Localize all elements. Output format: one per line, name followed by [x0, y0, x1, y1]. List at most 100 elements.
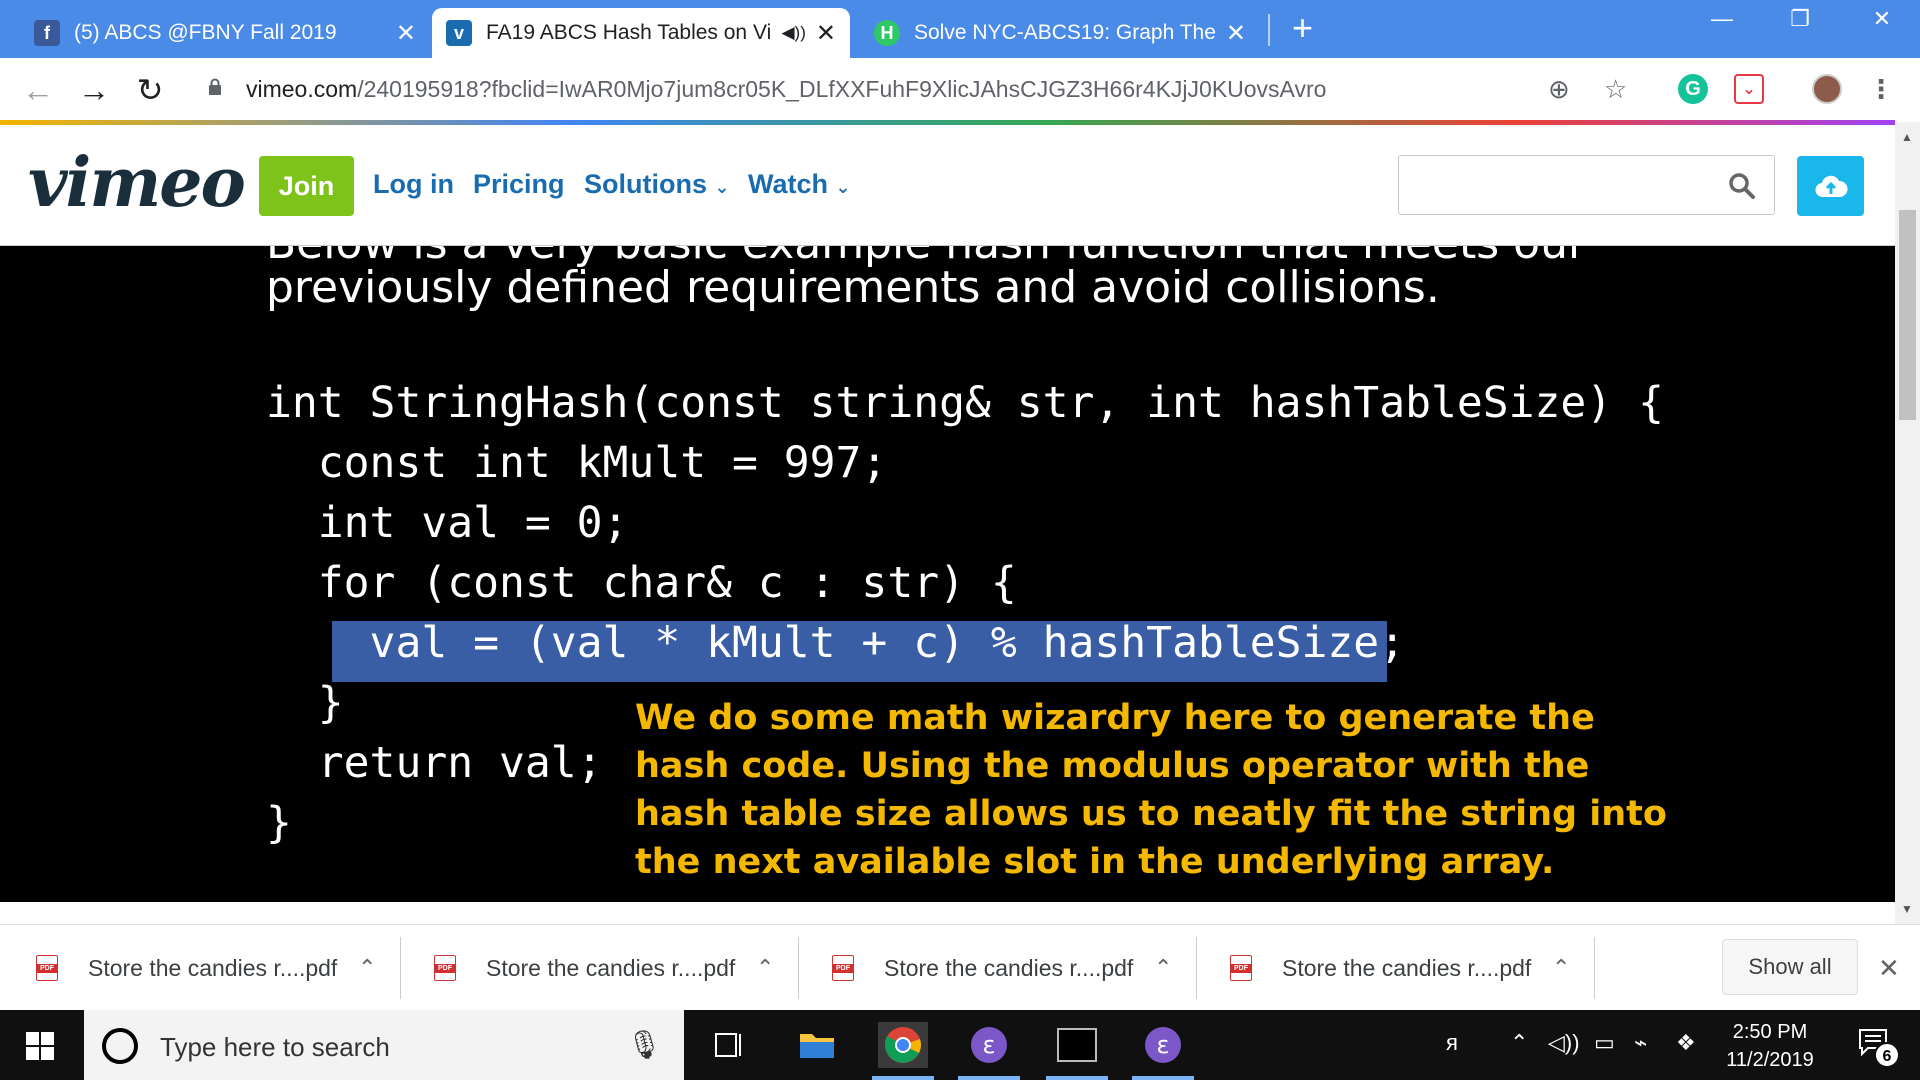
- active-app-indicator: [958, 1076, 1020, 1080]
- code-line: val = (val * kMult + c) % hashTableSize;: [266, 618, 1406, 668]
- avatar[interactable]: [1812, 74, 1842, 104]
- show-all-button[interactable]: Show all: [1722, 939, 1858, 995]
- file-explorer-icon[interactable]: [792, 1022, 842, 1068]
- facebook-icon: f: [34, 20, 60, 46]
- chevron-up-icon[interactable]: ⌃: [1510, 1030, 1528, 1056]
- chevron-down-icon: ⌄: [835, 177, 851, 197]
- chevron-up-icon[interactable]: ⌃: [1154, 955, 1172, 981]
- code-line: }: [266, 678, 344, 728]
- code-line: for (const char& c : str) {: [266, 558, 1017, 608]
- back-button[interactable]: ←: [18, 70, 58, 110]
- active-app-indicator: [1132, 1076, 1194, 1080]
- eclipse-icon[interactable]: ε: [1138, 1022, 1188, 1068]
- terminal-icon[interactable]: [1052, 1022, 1102, 1068]
- menu-icon[interactable]: ⋮: [1866, 74, 1896, 104]
- tab-vimeo[interactable]: v FA19 ABCS Hash Tables on Vi ◀)) ✕: [432, 8, 850, 58]
- clock-time: 2:50 PM: [1732, 1021, 1808, 1043]
- divider: [1594, 937, 1595, 999]
- page-scrollbar[interactable]: ▲ ▼: [1895, 122, 1920, 924]
- divider: [798, 937, 799, 999]
- svg-text:ε: ε: [1157, 1031, 1170, 1059]
- active-app-indicator: [872, 1076, 934, 1080]
- download-item[interactable]: PDF Store the candies r....pdf ⌃: [1214, 939, 1570, 997]
- bookmark-star-icon[interactable]: ☆: [1604, 74, 1627, 105]
- forward-button[interactable]: →: [74, 70, 114, 110]
- clock-date: 11/2/2019: [1726, 1049, 1814, 1071]
- minimize-icon[interactable]: —: [1692, 6, 1752, 32]
- close-icon[interactable]: ✕: [1226, 19, 1246, 48]
- grammarly-icon[interactable]: G: [1678, 74, 1708, 104]
- volume-icon[interactable]: ◁)): [1548, 1030, 1580, 1056]
- cortana-icon[interactable]: [102, 1028, 138, 1064]
- pdf-file-icon: PDF: [1230, 955, 1252, 981]
- nav-pricing[interactable]: Pricing: [473, 169, 565, 200]
- video-player[interactable]: Below is a very basic example hash funct…: [0, 246, 1895, 902]
- search-input[interactable]: [1398, 155, 1775, 215]
- people-icon[interactable]: ᴙ: [1446, 1030, 1458, 1056]
- network-icon[interactable]: ⌁: [1634, 1030, 1647, 1056]
- pocket-icon[interactable]: ⌄: [1734, 74, 1764, 104]
- code-line: }: [266, 798, 292, 848]
- cloud-upload-icon: [1814, 175, 1848, 198]
- tab-strip: f (5) ABCS @FBNY Fall 2019 ✕ v FA19 ABCS…: [0, 0, 1920, 58]
- new-tab-button[interactable]: +: [1292, 8, 1313, 48]
- nav-watch[interactable]: Watch ⌄: [748, 169, 851, 200]
- download-filename: Store the candies r....pdf: [884, 954, 1134, 981]
- scroll-up-icon[interactable]: ▲: [1901, 130, 1913, 144]
- browser-toolbar: ← → ↻ vimeo.com/240195918?fbclid=IwAR0Mj…: [0, 58, 1920, 122]
- microphone-icon[interactable]: 🎙: [626, 1028, 662, 1061]
- download-item[interactable]: PDF Store the candies r....pdf ⌃: [816, 939, 1172, 997]
- windows-start-icon[interactable]: [26, 1032, 54, 1060]
- url-text: vimeo.com/240195918?fbclid=IwAR0Mjo7jum8…: [246, 76, 1327, 102]
- restore-icon[interactable]: ❐: [1770, 6, 1830, 32]
- nav-solutions[interactable]: Solutions ⌄: [584, 169, 730, 200]
- system-clock[interactable]: 2:50 PM 11/2/2019: [1700, 1018, 1840, 1074]
- nav-login[interactable]: Log in: [373, 169, 454, 200]
- chevron-up-icon[interactable]: ⌃: [1552, 955, 1570, 981]
- divider: [400, 937, 401, 999]
- vimeo-header: vimeo Join Log in Pricing Solutions ⌄ Wa…: [0, 125, 1895, 246]
- tab-facebook[interactable]: f (5) ABCS @FBNY Fall 2019 ✕: [20, 8, 430, 58]
- close-icon[interactable]: ✕: [1878, 953, 1900, 984]
- download-item[interactable]: PDF Store the candies r....pdf ⌃: [418, 939, 774, 997]
- notification-count-badge: 6: [1874, 1042, 1900, 1068]
- taskbar-search[interactable]: Type here to search 🎙: [84, 1010, 684, 1080]
- svg-text:ε: ε: [983, 1031, 996, 1059]
- chrome-icon[interactable]: [878, 1022, 928, 1068]
- close-icon[interactable]: ✕: [816, 19, 836, 48]
- close-icon[interactable]: ✕: [396, 19, 416, 48]
- eclipse-icon[interactable]: ε: [964, 1022, 1014, 1068]
- upload-button[interactable]: [1797, 156, 1864, 216]
- task-view-icon[interactable]: [704, 1022, 754, 1068]
- chevron-down-icon: ⌄: [714, 177, 730, 197]
- pdf-file-icon: PDF: [832, 955, 854, 981]
- chevron-up-icon[interactable]: ⌃: [756, 955, 774, 981]
- battery-icon[interactable]: ▭: [1594, 1030, 1615, 1056]
- dropbox-icon[interactable]: ❖: [1676, 1030, 1696, 1056]
- download-filename: Store the candies r....pdf: [88, 954, 338, 981]
- address-bar[interactable]: vimeo.com/240195918?fbclid=IwAR0Mjo7jum8…: [190, 66, 1660, 114]
- lock-icon: [209, 78, 221, 95]
- tab-hackerrank[interactable]: H Solve NYC-ABCS19: Graph Theory ✕: [860, 8, 1260, 58]
- tab-separator: [1268, 14, 1270, 46]
- video-text-intro: previously defined requirements and avoi…: [266, 262, 1440, 313]
- taskbar-search-placeholder: Type here to search: [160, 1032, 390, 1062]
- divider: [1196, 937, 1197, 999]
- window-close-icon[interactable]: ✕: [1852, 6, 1912, 32]
- zoom-icon[interactable]: ⊕: [1548, 74, 1570, 105]
- search-icon[interactable]: [1728, 172, 1756, 200]
- download-bar: PDF Store the candies r....pdf ⌃ PDF Sto…: [0, 924, 1920, 1010]
- tab-title: Solve NYC-ABCS19: Graph Theory: [914, 21, 1216, 44]
- tab-title: FA19 ABCS Hash Tables on Vi: [486, 21, 772, 44]
- vimeo-logo[interactable]: vimeo: [28, 143, 246, 223]
- chevron-up-icon[interactable]: ⌃: [358, 955, 376, 981]
- action-center-icon[interactable]: 6: [1858, 1028, 1900, 1068]
- reload-button[interactable]: ↻: [130, 70, 170, 110]
- join-button[interactable]: Join: [259, 156, 354, 216]
- video-annotation: We do some math wizardry here to generat…: [635, 698, 1667, 882]
- scroll-down-icon[interactable]: ▼: [1901, 902, 1913, 916]
- download-item[interactable]: PDF Store the candies r....pdf ⌃: [20, 939, 376, 997]
- scrollbar-thumb[interactable]: [1899, 210, 1916, 420]
- code-line: int StringHash(const string& str, int ha…: [266, 378, 1664, 428]
- speaker-icon[interactable]: ◀)): [781, 23, 805, 43]
